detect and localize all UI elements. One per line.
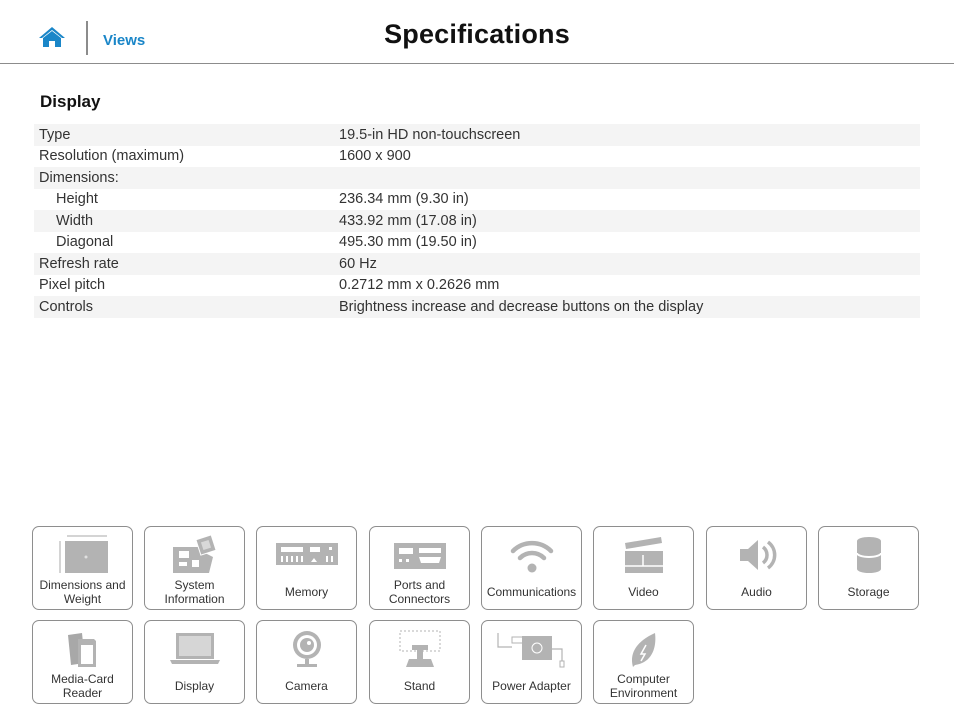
webcam-icon [292,631,321,667]
tile-storage[interactable]: Storage [818,526,919,610]
tile-label: Power Adapter [492,678,571,693]
tile-ports-and-connectors[interactable]: Ports and Connectors [369,526,470,610]
tile-label: Storage [847,584,890,599]
system-board-icon [172,534,217,573]
tile-display[interactable]: Display [144,620,245,704]
section-title: Display [40,92,101,111]
spec-value: 1600 x 900 [339,148,411,165]
spec-value: 495.30 mm (19.50 in) [339,234,477,251]
page-title: Specifications [384,19,570,49]
spec-value: 433.92 mm (17.08 in) [339,212,477,229]
spec-value: Brightness increase and decrease buttons… [339,298,704,315]
spec-value: 60 Hz [339,255,377,272]
laptop-display-icon [169,633,220,664]
tile-system-information[interactable]: System Information [144,526,245,610]
spec-label: Controls [39,298,93,315]
spec-label: Height [56,191,98,208]
spec-table: Type 19.5-in HD non-touchscreen Resoluti… [34,124,920,318]
dimensions-icon [59,535,108,573]
media-card-icon [67,633,96,667]
tile-label: Communications [486,584,577,599]
tile-label: Audio [741,584,772,599]
tile-label: System Information [164,577,225,607]
spec-label: Type [39,126,71,143]
spec-label: Width [56,212,94,229]
spec-value: 236.34 mm (9.30 in) [339,191,469,208]
spec-label: Dimensions: [39,169,119,186]
tile-camera[interactable]: Camera [256,620,357,704]
tile-media-card-reader[interactable]: Media-Card Reader [32,620,133,704]
wifi-icon [510,540,553,573]
tile-dimensions-and-weight[interactable]: Dimensions and Weight [32,526,133,610]
tile-video[interactable]: Video [593,526,694,610]
spec-value: 0.2712 mm x 0.2626 mm [339,277,500,294]
tile-stand[interactable]: Stand [369,620,470,704]
tile-label: Computer Environment [609,671,678,701]
spec-row-resolution: Resolution (maximum) 1600 x 900 [34,146,920,168]
tile-label: Camera [285,678,328,693]
spec-row-height: Height 236.34 mm (9.30 in) [34,189,920,211]
header: Views Specifications [0,0,954,64]
memory-icon [275,543,338,565]
spec-value: 19.5-in HD non-touchscreen [339,126,521,143]
spec-row-refresh-rate: Refresh rate 60 Hz [34,253,920,275]
tile-label: Stand [403,678,436,693]
tile-audio[interactable]: Audio [706,526,807,610]
tile-label: Ports and Connectors [388,577,451,607]
tile-label: Dimensions and Weight [39,577,126,607]
speaker-icon [739,540,776,570]
stand-icon [399,630,440,667]
tile-label: Video [628,584,659,599]
spec-row-width: Width 433.92 mm (17.08 in) [34,210,920,232]
clapperboard-icon [624,537,663,573]
storage-cylinder-icon [855,537,882,573]
spec-row-pixel-pitch: Pixel pitch 0.2712 mm x 0.2626 mm [34,275,920,297]
tile-label: Media-Card Reader [51,671,114,701]
spec-label: Resolution (maximum) [39,148,185,165]
spec-row-dimensions: Dimensions: [34,167,920,189]
tile-communications[interactable]: Communications [481,526,582,610]
spec-label: Pixel pitch [39,277,106,294]
spec-label: Refresh rate [39,255,119,272]
spec-label: Diagonal [56,234,114,251]
ports-icon [393,543,446,569]
tile-memory[interactable]: Memory [256,526,357,610]
tile-label: Display [174,678,215,693]
spec-row-diagonal: Diagonal 495.30 mm (19.50 in) [34,232,920,254]
spec-row-controls: Controls Brightness increase and decreas… [34,296,920,318]
tile-power-adapter[interactable]: Power Adapter [481,620,582,704]
leaf-icon [631,633,655,667]
power-adapter-icon [496,633,564,668]
tile-label: Memory [284,584,329,599]
tile-computer-environment[interactable]: Computer Environment [593,620,694,704]
spec-row-type: Type 19.5-in HD non-touchscreen [34,124,920,146]
